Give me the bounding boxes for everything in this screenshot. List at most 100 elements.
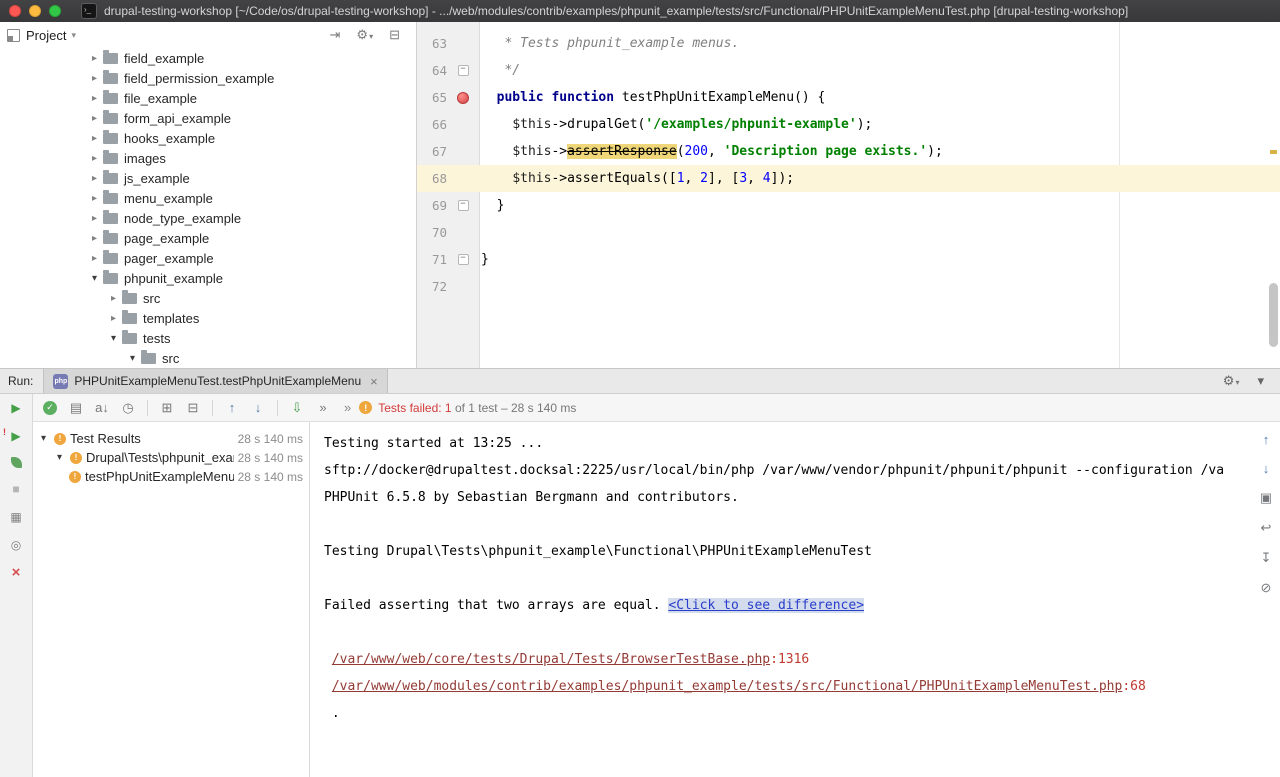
project-tree-item[interactable]: ▸hooks_example — [0, 128, 416, 148]
chevron-right-icon[interactable]: ▸ — [107, 293, 120, 304]
collapse-all-icon[interactable]: ⊟ — [389, 27, 400, 43]
chevron-down-icon[interactable]: ▾ — [37, 433, 50, 444]
project-tree-item[interactable]: ▸images — [0, 148, 416, 168]
code-line[interactable]: 71−} — [417, 246, 1280, 273]
toggle-auto-test-icon[interactable] — [11, 457, 22, 468]
project-tree-item[interactable]: ▸templates — [0, 308, 416, 328]
chevron-right-icon[interactable]: ▸ — [107, 313, 120, 324]
locate-file-icon[interactable]: ⇥ — [330, 27, 341, 43]
settings-gear-icon[interactable]: ⚙▾ — [1223, 373, 1240, 389]
chevron-right-icon[interactable]: ▸ — [88, 193, 101, 204]
hide-panel-icon[interactable]: ▾ — [1257, 373, 1264, 389]
project-tree-item[interactable]: ▸field_example — [0, 48, 416, 68]
close-window-button[interactable] — [9, 5, 21, 17]
previous-failed-test-icon[interactable]: ↑ — [219, 400, 245, 415]
project-tree-item[interactable]: ▸js_example — [0, 168, 416, 188]
line-number[interactable]: 68 — [417, 171, 447, 186]
restore-layout-icon[interactable]: ▦ — [8, 510, 24, 524]
clear-console-icon[interactable]: ⊘ — [1258, 580, 1274, 596]
code-line[interactable]: 66 $this->drupalGet('/examples/phpunit-e… — [417, 111, 1280, 138]
project-tree-item[interactable]: ▾phpunit_example — [0, 268, 416, 288]
chevron-down-icon[interactable]: ▾ — [107, 333, 120, 344]
project-tree-item[interactable]: ▸file_example — [0, 88, 416, 108]
chevron-right-icon[interactable]: ▸ — [88, 213, 101, 224]
stop-icon[interactable]: ■ — [8, 482, 24, 496]
minimize-window-button[interactable] — [29, 5, 41, 17]
scroll-to-end-icon[interactable]: ↧ — [1258, 550, 1274, 566]
import-test-results-icon[interactable]: ⇩ — [284, 400, 310, 416]
line-number[interactable]: 67 — [417, 144, 447, 159]
diff-link[interactable]: <Click to see difference> — [668, 598, 864, 613]
show-ignored-icon[interactable]: ▤ — [63, 400, 89, 416]
code-area[interactable]: 63 * Tests phpunit_example menus.64− */6… — [417, 22, 1280, 300]
sort-by-duration-icon[interactable]: ◷ — [115, 400, 141, 416]
project-tree-item[interactable]: ▸form_api_example — [0, 108, 416, 128]
fold-icon[interactable]: − — [458, 200, 469, 211]
console-output[interactable]: Testing started at 13:25 ...sftp://docke… — [310, 422, 1252, 777]
project-tree-item[interactable]: ▸menu_example — [0, 188, 416, 208]
close-icon[interactable]: × — [8, 566, 24, 580]
settings-gear-icon[interactable]: ⚙▾ — [356, 27, 373, 43]
test-failed-gutter-icon[interactable] — [457, 92, 469, 104]
chevron-right-icon[interactable]: ▸ — [88, 133, 101, 144]
scroll-up-icon[interactable]: ↑ — [1258, 432, 1274, 447]
project-tree-item[interactable]: ▸field_permission_example — [0, 68, 416, 88]
test-tree-row[interactable]: !testPhpUnitExampleMenu28 s 140 ms — [33, 467, 309, 486]
chevron-right-icon[interactable]: ▸ — [88, 153, 101, 164]
project-tree-item[interactable]: ▸node_type_example — [0, 208, 416, 228]
file-link[interactable]: /var/www/web/core/tests/Drupal/Tests/Bro… — [332, 652, 770, 667]
test-tree-row[interactable]: ▾!Test Results28 s 140 ms — [33, 429, 309, 448]
code-line[interactable]: 69− } — [417, 192, 1280, 219]
line-number[interactable]: 70 — [417, 225, 447, 240]
jump-to-source-icon[interactable]: ▣ — [1258, 490, 1274, 506]
project-tree-item[interactable]: ▸page_example — [0, 228, 416, 248]
pin-tab-icon[interactable]: ◎ — [8, 538, 24, 552]
project-tree-item[interactable]: ▸src — [0, 288, 416, 308]
code-line[interactable]: 67 $this->assertResponse(200, 'Descripti… — [417, 138, 1280, 165]
line-number[interactable]: 71 — [417, 252, 447, 267]
warning-stripe-mark[interactable] — [1270, 150, 1277, 154]
test-tree-row[interactable]: ▾!Drupal\Tests\phpunit_example\Functiona… — [33, 448, 309, 467]
zoom-window-button[interactable] — [49, 5, 61, 17]
code-line[interactable]: 68 $this->assertEquals([1, 2], [3, 4]); — [417, 165, 1280, 192]
chevron-right-icon[interactable]: ▸ — [88, 73, 101, 84]
line-number[interactable]: 63 — [417, 36, 447, 51]
chevron-down-icon[interactable]: ▾ — [71, 30, 76, 41]
line-number[interactable]: 65 — [417, 90, 447, 105]
more-actions-icon[interactable]: » — [344, 400, 351, 415]
history-icon[interactable]: » — [310, 400, 336, 415]
fold-icon[interactable]: − — [458, 254, 469, 265]
chevron-right-icon[interactable]: ▸ — [88, 93, 101, 104]
chevron-right-icon[interactable]: ▸ — [88, 113, 101, 124]
editor-scrollbar[interactable] — [1269, 283, 1278, 347]
line-number[interactable]: 66 — [417, 117, 447, 132]
chevron-right-icon[interactable]: ▸ — [88, 53, 101, 64]
line-number[interactable]: 64 — [417, 63, 447, 78]
project-tree-item[interactable]: ▾tests — [0, 328, 416, 348]
expand-all-icon[interactable]: ⊞ — [154, 400, 180, 416]
project-tree-item[interactable]: ▸pager_example — [0, 248, 416, 268]
next-failed-test-icon[interactable]: ↓ — [245, 400, 271, 415]
editor[interactable]: 63 * Tests phpunit_example menus.64− */6… — [417, 22, 1280, 368]
line-number[interactable]: 69 — [417, 198, 447, 213]
chevron-right-icon[interactable]: ▸ — [88, 253, 101, 264]
chevron-right-icon[interactable]: ▸ — [88, 173, 101, 184]
run-tab[interactable]: php PHPUnitExampleMenuTest.testPhpUnitEx… — [43, 369, 387, 393]
file-link[interactable]: /var/www/web/modules/contrib/examples/ph… — [332, 679, 1123, 694]
sort-alphabetically-icon[interactable]: a↓ — [89, 400, 115, 415]
scroll-down-icon[interactable]: ↓ — [1258, 461, 1274, 476]
show-passed-icon[interactable]: ✓ — [43, 401, 57, 415]
soft-wrap-icon[interactable]: ↩ — [1258, 520, 1274, 536]
chevron-right-icon[interactable]: ▸ — [88, 233, 101, 244]
code-line[interactable]: 70 — [417, 219, 1280, 246]
chevron-down-icon[interactable]: ▾ — [53, 452, 66, 463]
code-line[interactable]: 72 — [417, 273, 1280, 300]
code-line[interactable]: 64− */ — [417, 57, 1280, 84]
rerun-failed-tests-icon[interactable]: ▶! — [8, 429, 24, 443]
project-tree-item[interactable]: ▾src — [0, 348, 416, 368]
code-line[interactable]: 63 * Tests phpunit_example menus. — [417, 30, 1280, 57]
chevron-down-icon[interactable]: ▾ — [88, 273, 101, 284]
code-line[interactable]: 65 public function testPhpUnitExampleMen… — [417, 84, 1280, 111]
close-tab-icon[interactable]: × — [370, 374, 378, 389]
chevron-down-icon[interactable]: ▾ — [126, 353, 139, 364]
